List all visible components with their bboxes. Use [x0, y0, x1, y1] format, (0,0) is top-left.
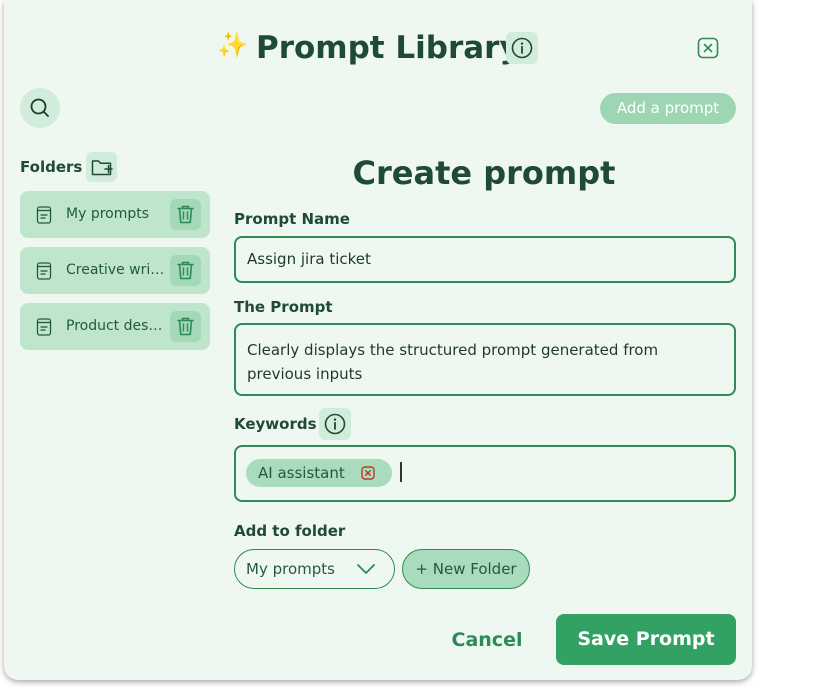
document-icon: [36, 262, 52, 280]
sparkles-icon: ✨: [217, 30, 249, 59]
add-prompt-button[interactable]: Add a prompt: [600, 93, 736, 124]
keywords-info-button[interactable]: [319, 408, 351, 440]
document-icon: [36, 318, 52, 336]
keyword-chip-label: AI assistant: [258, 464, 345, 482]
prompt-name-value: Assign jira ticket: [247, 250, 371, 268]
prompt-text-line: previous inputs: [247, 365, 363, 383]
trash-icon: [177, 261, 194, 280]
info-button[interactable]: [506, 32, 538, 64]
folder-item-label: Creative writing: [66, 262, 166, 278]
document-icon: [36, 206, 52, 224]
folders-heading: Folders: [20, 158, 83, 176]
delete-folder-button[interactable]: [170, 199, 201, 230]
delete-folder-button[interactable]: [170, 255, 201, 286]
search-button[interactable]: [20, 88, 60, 128]
prompt-text-label: The Prompt: [234, 298, 333, 316]
folder-select-value: My prompts: [246, 560, 335, 578]
folder-item[interactable]: Product design: [20, 303, 210, 350]
info-icon: [324, 413, 346, 435]
folder-select[interactable]: My prompts: [234, 549, 395, 589]
save-prompt-button[interactable]: Save Prompt: [556, 614, 736, 665]
info-icon: [511, 37, 533, 59]
text-caret: [400, 462, 402, 482]
close-button[interactable]: [696, 36, 720, 60]
add-folder-button[interactable]: [86, 152, 117, 182]
trash-icon: [177, 317, 194, 336]
prompt-name-label: Prompt Name: [234, 210, 350, 228]
trash-icon: [177, 205, 194, 224]
prompt-text-line: Clearly displays the structured prompt g…: [247, 341, 659, 359]
form-heading: Create prompt: [352, 154, 616, 192]
close-icon: [697, 37, 719, 59]
new-folder-button[interactable]: + New Folder: [402, 549, 530, 589]
folder-item-label: My prompts: [66, 206, 150, 222]
folder-add-icon: [91, 160, 113, 176]
cancel-button[interactable]: Cancel: [440, 624, 534, 656]
delete-folder-button[interactable]: [170, 311, 201, 342]
prompt-name-input[interactable]: Assign jira ticket: [234, 236, 736, 283]
folder-item-label: Product design: [66, 318, 166, 334]
folder-item[interactable]: Creative writing: [20, 247, 210, 294]
keywords-label: Keywords: [234, 415, 317, 433]
prompt-textarea[interactable]: Clearly displays the structured prompt g…: [234, 323, 736, 396]
chevron-down-icon: [357, 564, 375, 574]
keywords-input[interactable]: AI assistant: [234, 445, 736, 502]
page-title: Prompt Library: [256, 30, 520, 66]
add-to-folder-label: Add to folder: [234, 522, 346, 540]
folder-item[interactable]: My prompts: [20, 191, 210, 238]
close-icon: [361, 466, 375, 480]
search-icon: [30, 98, 49, 117]
prompt-library-panel: ✨ Prompt Library Add a prompt Folders My…: [4, 0, 752, 680]
remove-keyword-button[interactable]: [361, 466, 375, 480]
keyword-chip: AI assistant: [246, 459, 392, 487]
